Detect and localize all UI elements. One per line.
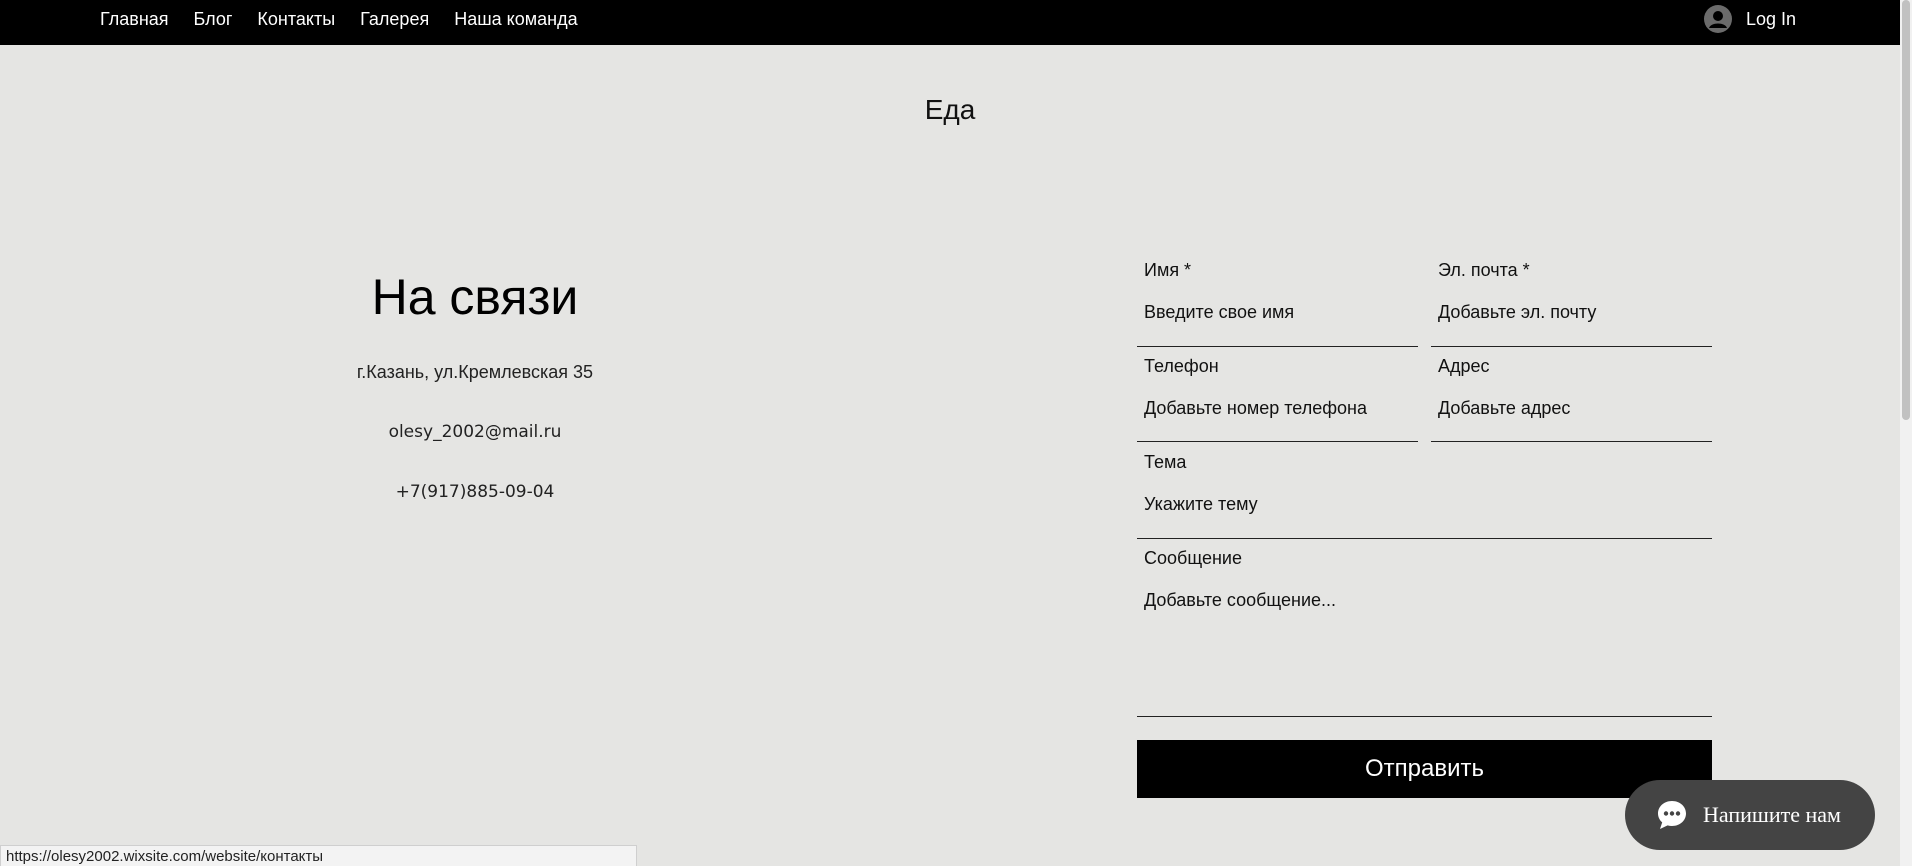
nav-item-gallery[interactable]: Галерея (360, 9, 429, 30)
contact-phone[interactable]: +7(917)885-09-04 (275, 482, 675, 502)
chat-widget-button[interactable]: Напишите нам (1625, 780, 1875, 850)
scrollbar-thumb[interactable] (1902, 0, 1910, 420)
phone-field: Телефон (1137, 356, 1418, 442)
phone-label: Телефон (1144, 356, 1219, 376)
email-input[interactable] (1438, 302, 1705, 323)
nav-item-blog[interactable]: Блог (194, 9, 233, 30)
email-field: Эл. почта * (1431, 260, 1712, 347)
subject-input[interactable] (1144, 494, 1705, 515)
user-avatar-icon (1704, 5, 1732, 33)
message-label: Сообщение (1144, 548, 1242, 568)
address-label: Адрес (1438, 356, 1490, 376)
name-label: Имя * (1144, 260, 1192, 280)
nav-item-team[interactable]: Наша команда (454, 9, 577, 30)
main-nav: Главная Блог Контакты Галерея Наша коман… (100, 9, 578, 30)
name-input[interactable] (1144, 302, 1411, 323)
message-textarea[interactable] (1144, 590, 1705, 690)
nav-item-home[interactable]: Главная (100, 9, 169, 30)
site-title: Еда (924, 94, 976, 125)
page-scrollbar[interactable] (1900, 0, 1912, 866)
subject-label: Тема (1144, 452, 1187, 472)
contact-heading: На связи (371, 269, 579, 325)
phone-input[interactable] (1144, 398, 1411, 419)
nav-item-contacts[interactable]: Контакты (257, 9, 335, 30)
email-label: Эл. почта * (1438, 260, 1530, 280)
chat-bubble-icon (1658, 801, 1686, 829)
browser-status-url: https://olesy2002.wixsite.com/website/ко… (0, 845, 637, 866)
chat-label: Напишите нам (1703, 802, 1841, 827)
address-field: Адрес (1431, 356, 1712, 442)
name-field: Имя * (1137, 260, 1418, 347)
top-nav-bar: Главная Блог Контакты Галерея Наша коман… (0, 0, 1900, 45)
submit-button[interactable]: Отправить (1137, 740, 1712, 798)
message-field: Сообщение (1137, 548, 1712, 717)
login-button[interactable]: Log In (1704, 5, 1796, 33)
subject-field: Тема (1137, 452, 1712, 539)
contact-address: г.Казань, ул.Кремлевская 35 (356, 362, 594, 382)
contact-email[interactable]: olesy_2002@mail.ru (275, 422, 675, 442)
address-input[interactable] (1438, 398, 1705, 419)
login-label: Log In (1746, 8, 1797, 29)
